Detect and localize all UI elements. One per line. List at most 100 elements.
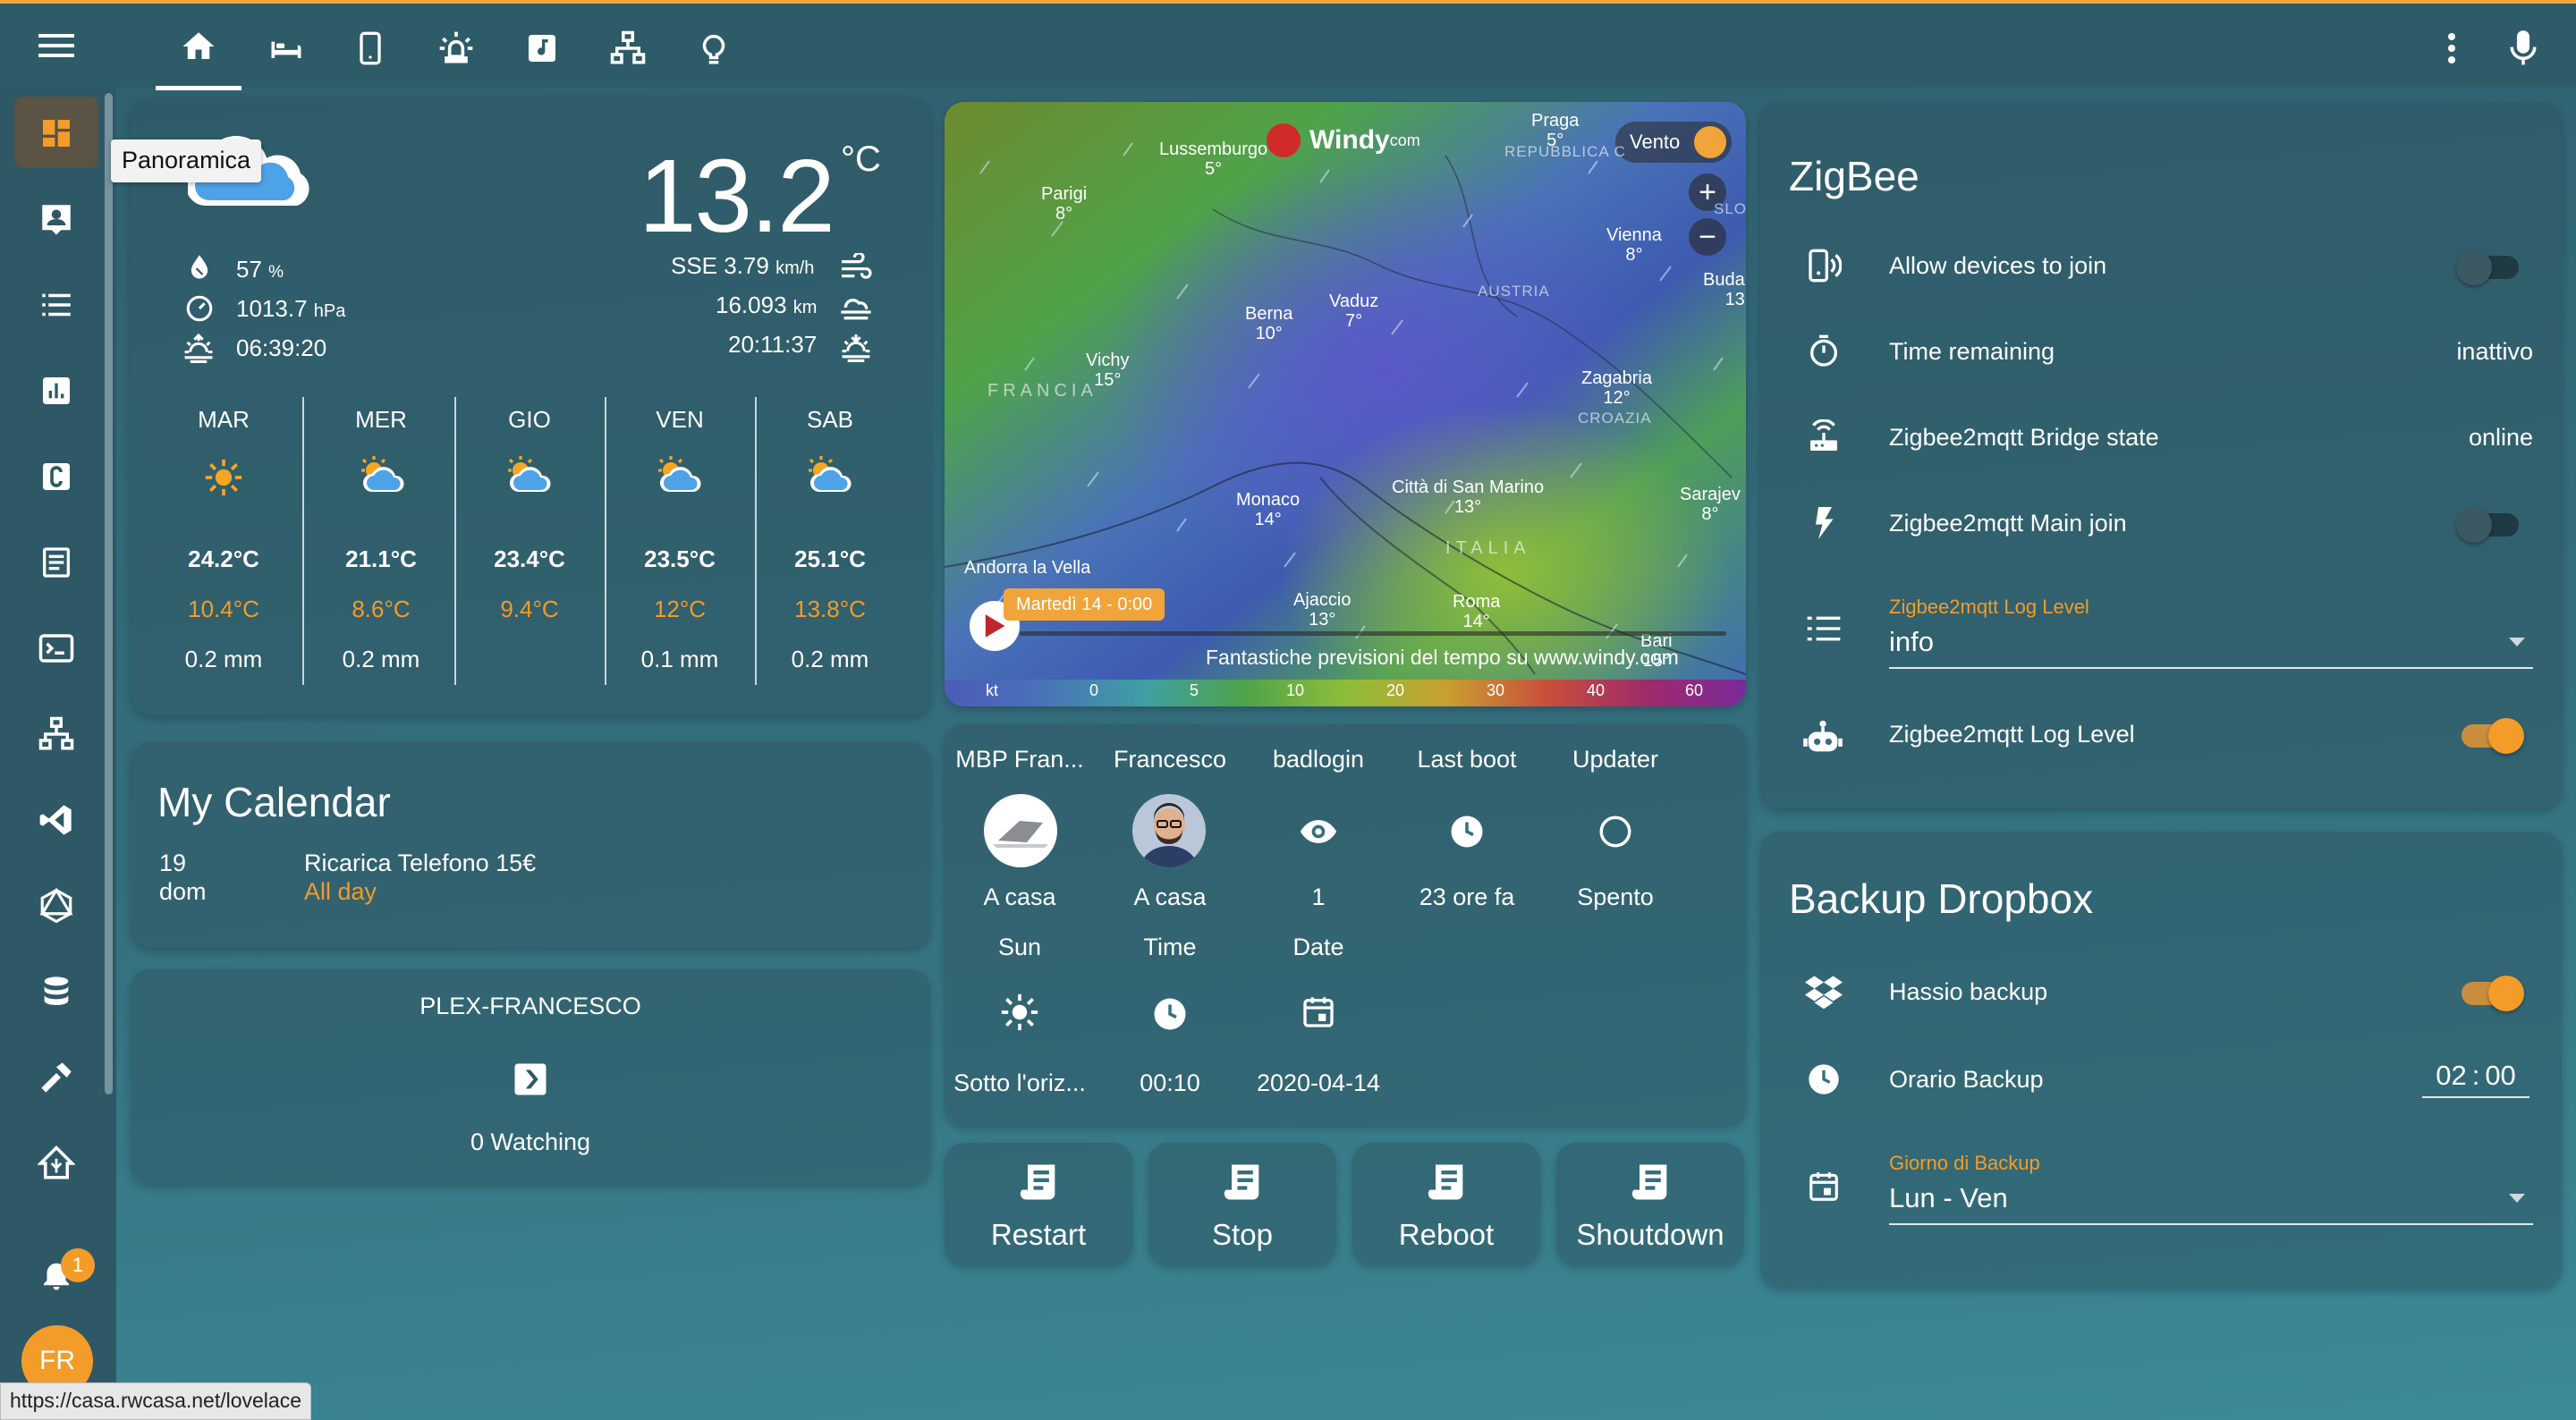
log-level-select-label: Zigbee2mqtt Log Level [1889, 596, 2089, 618]
partly-cloudy-icon [803, 452, 857, 499]
restart-button[interactable]: Restart [945, 1143, 1132, 1264]
entity-name: Date [1292, 934, 1344, 960]
region-label: ITALIA [1445, 538, 1531, 558]
hamburger-icon[interactable] [34, 23, 79, 68]
vscode-icon[interactable] [32, 798, 80, 842]
scale-label: kt [986, 681, 999, 699]
scale-label: 40 [1587, 681, 1606, 699]
forecast-low: 9.4°C [500, 596, 559, 622]
entity-name: Last boot [1417, 746, 1517, 773]
weather-card[interactable]: 13.2 °C 57 % 1013.7 hPa 06:39:20 SSE 3.7… [131, 98, 930, 715]
sidebar-scrollbar[interactable] [105, 93, 113, 1095]
allow-join-toggle[interactable] [2456, 249, 2519, 285]
graphql-icon[interactable] [32, 883, 80, 928]
network-icon[interactable] [32, 712, 80, 756]
scale-label: 60 [1685, 681, 1704, 699]
log-level-select-value: info [1889, 626, 1934, 657]
city-name: Ajaccio [1293, 590, 1352, 610]
clock-icon[interactable] [1445, 810, 1488, 853]
network-icon [610, 30, 646, 64]
chart-icon[interactable] [32, 368, 80, 413]
city-name: Vienna [1606, 225, 1662, 245]
forecast-day-name: MAR [198, 406, 250, 433]
city-name: Praga [1531, 111, 1580, 131]
home-assistant-icon[interactable] [32, 1141, 80, 1186]
log-level-toggle-label: Zigbee2mqtt Log Level [1889, 721, 2135, 748]
circle-outline-icon[interactable] [1594, 810, 1637, 853]
windy-brand-suffix: com [1389, 131, 1420, 149]
event-title[interactable]: Ricarica Telefono 15€ [304, 849, 536, 877]
tab-lights[interactable] [687, 21, 741, 75]
layer-selector[interactable]: Vento [1615, 122, 1732, 163]
windy-footer-link[interactable]: Fantastiche previsioni del tempo su www.… [1206, 646, 1679, 670]
entity-name: Sun [997, 934, 1042, 960]
toggle-knob [2488, 976, 2524, 1011]
person-avatar[interactable] [1132, 794, 1206, 867]
logbook-icon[interactable] [32, 540, 80, 585]
shutdown-button[interactable]: Shoutdown [1556, 1143, 1744, 1264]
tab-bedroom[interactable] [259, 21, 313, 75]
tab-music[interactable] [515, 21, 569, 75]
top-toolbar [0, 0, 2576, 90]
tab-phone[interactable] [343, 21, 397, 75]
list-icon[interactable] [32, 283, 80, 327]
windy-logo[interactable]: Windy com [1267, 123, 1420, 157]
pressure-value: 1013.7 hPa [236, 295, 345, 323]
timer-icon [1803, 331, 1844, 372]
timeline-track[interactable] [1020, 631, 1726, 636]
database-icon[interactable] [32, 969, 80, 1014]
hassio-backup-label: Hassio backup [1889, 978, 2048, 1005]
c-box-icon[interactable] [32, 454, 80, 499]
region-label: AUSTRIA [1478, 283, 1550, 300]
timeline-label[interactable]: Martedì 14 - 0:00 [1004, 588, 1165, 621]
time-input[interactable]: 02:00 [2422, 1055, 2529, 1098]
calendar-title: My Calendar [157, 779, 391, 825]
stop-label: Stop [1212, 1218, 1273, 1251]
hassio-backup-toggle[interactable] [2462, 976, 2524, 1011]
tab-home[interactable] [156, 20, 242, 73]
macbook-avatar[interactable] [984, 794, 1057, 867]
forecast-precip: 0.1 mm [640, 646, 719, 672]
phone-icon [360, 31, 381, 65]
entity-state: Spento [1577, 883, 1654, 910]
gauge-icon [182, 292, 216, 325]
log-level-select[interactable]: Zigbee2mqtt Log Level info [1889, 592, 2533, 669]
main-join-toggle[interactable] [2456, 507, 2519, 543]
terminal-icon[interactable] [32, 626, 80, 671]
plex-icon [510, 1059, 551, 1100]
zoom-out-button[interactable]: − [1689, 218, 1726, 256]
scale-label: 20 [1386, 681, 1405, 699]
reboot-button[interactable]: Reboot [1352, 1143, 1540, 1264]
notification-badge: 1 [61, 1248, 95, 1282]
clock-icon[interactable] [1148, 993, 1191, 1035]
log-level-toggle[interactable] [2462, 718, 2524, 754]
dots-vertical-icon[interactable] [2429, 21, 2474, 75]
tab-network[interactable] [601, 21, 655, 75]
eye-icon[interactable] [1297, 812, 1340, 851]
entity-state: 2020-04-14 [1256, 1069, 1381, 1096]
windy-map-card[interactable]: Windy com Vento + − Lussemburgo 5° Praga 5°… [945, 102, 1746, 706]
hammer-icon[interactable] [32, 1055, 80, 1100]
time-remaining-label: Time remaining [1889, 338, 2055, 365]
calendar-icon[interactable] [1297, 991, 1340, 1034]
giorno-backup-select[interactable]: Giorno di Backup Lun - Ven [1889, 1148, 2533, 1225]
time-input-hours[interactable]: 02 [2436, 1060, 2466, 1092]
microphone-icon[interactable] [2501, 21, 2546, 75]
calendar-card[interactable]: My Calendar 19 dom Ricarica Telefono 15€… [131, 742, 930, 948]
stop-button[interactable]: Stop [1148, 1143, 1336, 1264]
city-name: Sarajev [1680, 485, 1741, 504]
time-input-minutes[interactable]: 00 [2485, 1060, 2515, 1092]
sunny-icon [202, 456, 245, 499]
time-remaining-value: inattivo [2456, 338, 2533, 365]
zigbee-card: ZigBee Allow devices to join Time remain… [1760, 102, 2562, 808]
sun-icon[interactable] [998, 991, 1041, 1034]
account-box-icon[interactable] [32, 197, 80, 241]
play-icon [985, 614, 1005, 638]
person-photo-icon [1140, 803, 1199, 867]
city-temp: 10° [1255, 324, 1283, 343]
city-name: Andorra la Vella [964, 558, 1091, 578]
dropdown-arrow-icon [2506, 1188, 2528, 1209]
plex-card[interactable]: PLEX-FRANCESCO 0 Watching [131, 969, 930, 1184]
robot-icon [1801, 715, 1844, 758]
tab-alarm[interactable] [429, 21, 483, 75]
